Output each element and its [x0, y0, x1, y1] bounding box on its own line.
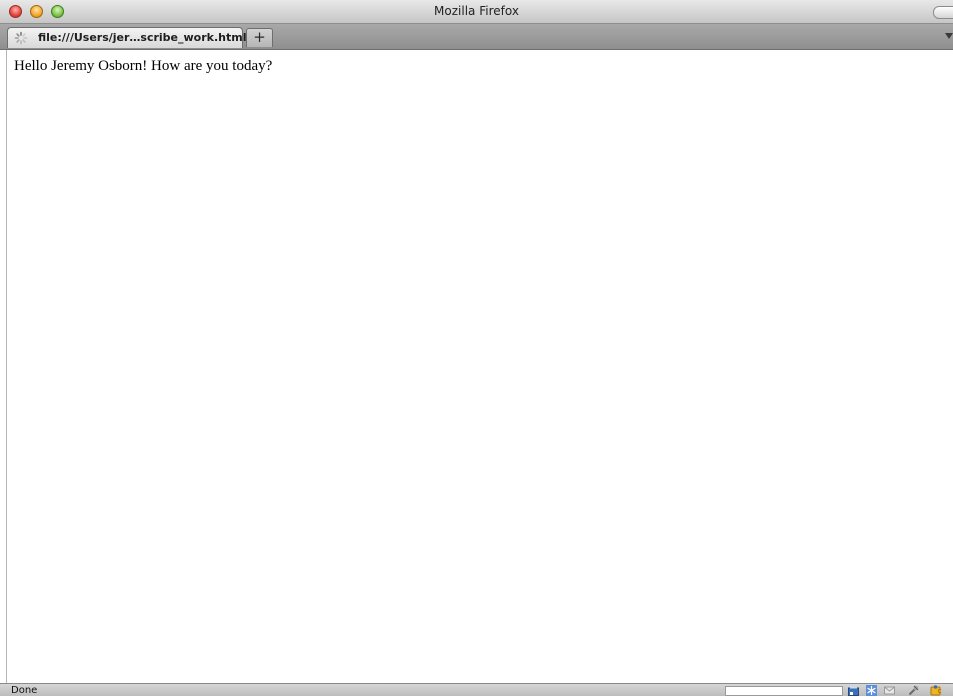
new-tab-button[interactable]: + [246, 28, 273, 47]
status-bar: Done [0, 683, 953, 696]
mail-icon[interactable] [884, 685, 895, 696]
snowflake-icon[interactable] [866, 685, 877, 696]
status-field [725, 686, 843, 696]
puzzle-icon[interactable] [930, 685, 941, 696]
status-text: Done [11, 685, 38, 696]
loading-throbber-icon [14, 31, 28, 45]
tab-strip: file:///Users/jer…scribe_work.html + [0, 24, 953, 50]
tools-icon[interactable] [908, 685, 919, 696]
tab-list-arrow-icon[interactable] [945, 33, 953, 39]
window-title: Mozilla Firefox [434, 4, 519, 18]
page-content: Hello Jeremy Osborn! How are you today? [6, 50, 953, 683]
tab-title: file:///Users/jer…scribe_work.html [38, 31, 247, 44]
title-bar: Mozilla Firefox [0, 0, 953, 24]
toolbar-toggle-button[interactable] [933, 6, 953, 19]
download-icon[interactable] [848, 685, 859, 696]
tab-active[interactable]: file:///Users/jer…scribe_work.html [7, 27, 247, 48]
greeting-text: Hello Jeremy Osborn! How are you today? [14, 58, 273, 74]
